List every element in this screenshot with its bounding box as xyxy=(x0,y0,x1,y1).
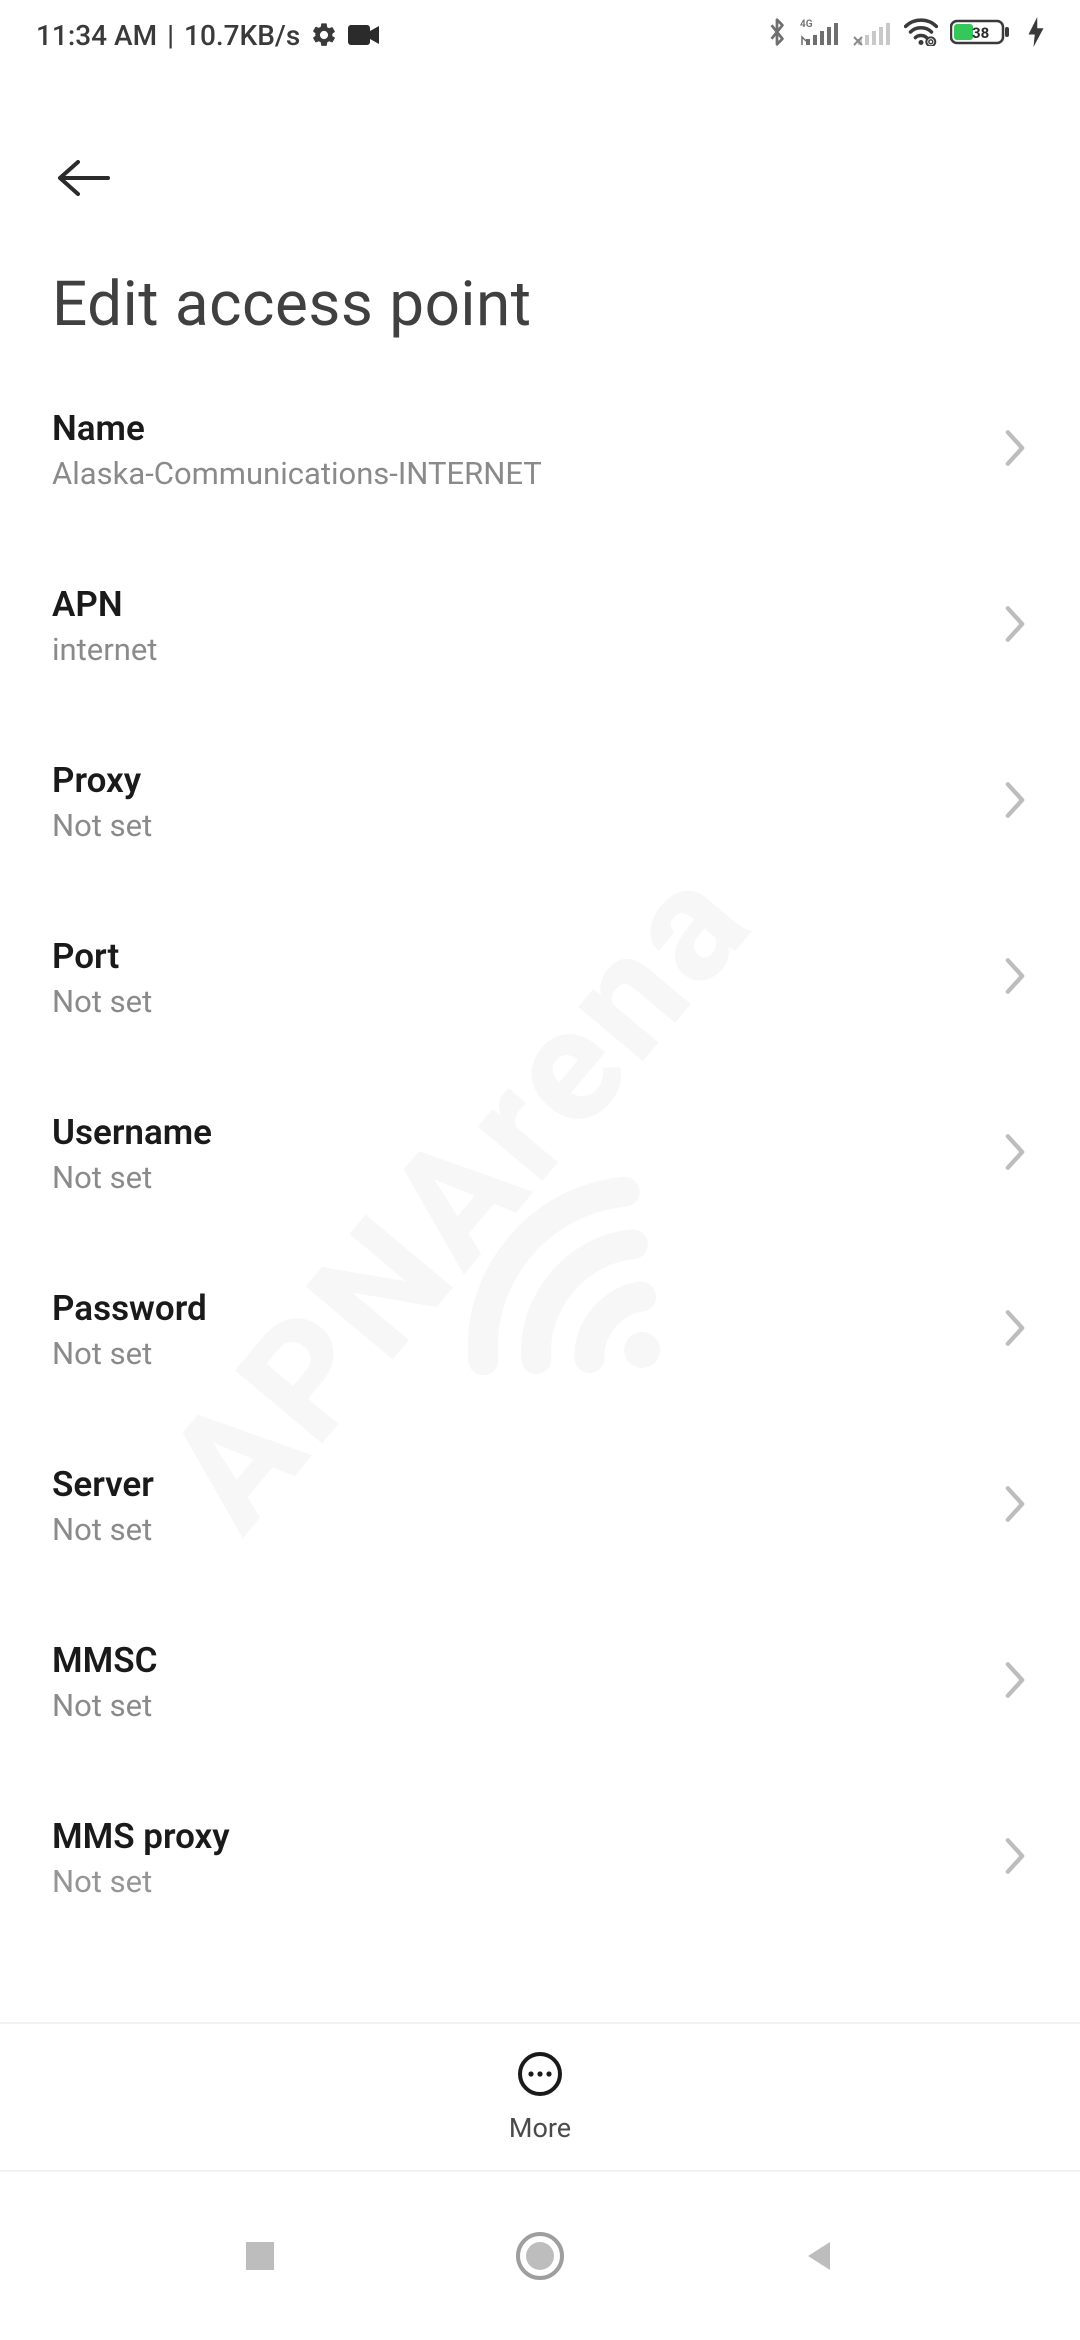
setting-row-port[interactable]: Port Not set xyxy=(52,890,1028,1066)
setting-value: Alaska-Communications-INTERNET xyxy=(52,455,542,492)
setting-row-apn[interactable]: APN internet xyxy=(52,538,1028,714)
settings-list[interactable]: Name Alaska-Communications-INTERNET APN … xyxy=(0,362,1080,2022)
setting-label: Server xyxy=(52,1464,154,1505)
signal-4g-icon: 4G xyxy=(800,17,840,54)
charging-icon xyxy=(1028,17,1044,54)
chevron-right-icon xyxy=(1002,1132,1028,1176)
page-title: Edit access point xyxy=(0,204,1080,369)
svg-text:4G: 4G xyxy=(800,19,813,30)
chevron-right-icon xyxy=(1002,1836,1028,1880)
chevron-right-icon xyxy=(1002,604,1028,648)
status-separator: | xyxy=(167,19,174,52)
chevron-right-icon xyxy=(1002,428,1028,472)
setting-row-mmsc[interactable]: MMSC Not set xyxy=(52,1594,1028,1770)
system-nav-bar xyxy=(0,2172,1080,2340)
setting-row-mms-proxy[interactable]: MMS proxy Not set xyxy=(52,1770,1028,1946)
setting-row-password[interactable]: Password Not set xyxy=(52,1242,1028,1418)
svg-text:38: 38 xyxy=(972,24,989,42)
setting-label: APN xyxy=(52,584,157,625)
status-time: 11:34 AM xyxy=(36,19,157,52)
setting-label: Name xyxy=(52,408,542,449)
nav-back-button[interactable] xyxy=(790,2226,850,2286)
setting-label: Port xyxy=(52,936,152,977)
setting-label: MMSC xyxy=(52,1640,158,1681)
status-net-speed: 10.7KB/s xyxy=(184,19,300,52)
nav-home-button[interactable] xyxy=(510,2226,570,2286)
setting-label: Password xyxy=(52,1288,207,1329)
gear-icon xyxy=(310,21,338,49)
setting-value: Not set xyxy=(52,1511,154,1548)
setting-row-proxy[interactable]: Proxy Not set xyxy=(52,714,1028,890)
chevron-right-icon xyxy=(1002,956,1028,1000)
chevron-right-icon xyxy=(1002,1484,1028,1528)
setting-label: MMS proxy xyxy=(52,1816,230,1857)
setting-value: Not set xyxy=(52,807,152,844)
bluetooth-icon xyxy=(766,17,788,54)
setting-row-server[interactable]: Server Not set xyxy=(52,1418,1028,1594)
setting-label: Proxy xyxy=(52,760,152,801)
setting-value: Not set xyxy=(52,983,152,1020)
chevron-right-icon xyxy=(1002,1660,1028,1704)
more-icon xyxy=(516,2050,564,2102)
setting-row-username[interactable]: Username Not set xyxy=(52,1066,1028,1242)
setting-value: Not set xyxy=(52,1159,212,1196)
camera-icon xyxy=(348,23,380,47)
setting-value: Not set xyxy=(52,1335,207,1372)
battery-icon: 38 xyxy=(950,17,1016,54)
more-button[interactable]: More xyxy=(509,2050,571,2144)
signal-none-icon xyxy=(852,17,892,54)
status-bar: 11:34 AM | 10.7KB/s 4G xyxy=(0,0,1080,70)
setting-value: Not set xyxy=(52,1863,230,1900)
more-label: More xyxy=(509,2112,571,2144)
wifi-icon xyxy=(904,18,938,53)
status-right: 4G xyxy=(766,17,1044,54)
setting-value: internet xyxy=(52,631,157,668)
chevron-right-icon xyxy=(1002,1308,1028,1352)
bottom-actions: More xyxy=(0,2022,1080,2172)
setting-row-name[interactable]: Name Alaska-Communications-INTERNET xyxy=(52,362,1028,538)
setting-value: Not set xyxy=(52,1687,158,1724)
nav-recents-button[interactable] xyxy=(230,2226,290,2286)
chevron-right-icon xyxy=(1002,780,1028,824)
status-left: 11:34 AM | 10.7KB/s xyxy=(36,19,380,52)
back-arrow-icon[interactable] xyxy=(52,185,116,204)
setting-label: Username xyxy=(52,1112,212,1153)
